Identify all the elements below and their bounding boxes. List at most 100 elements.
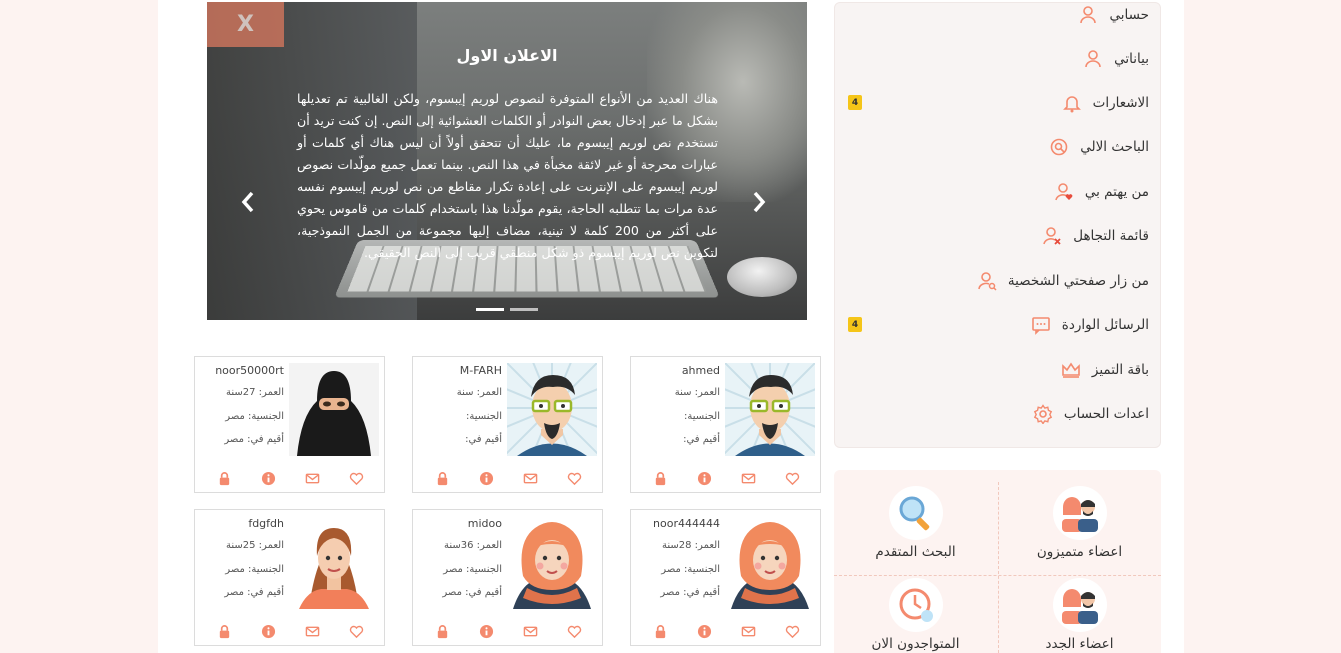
info-icon[interactable] <box>697 470 713 486</box>
member-age: العمر: 27سنة <box>226 387 284 398</box>
search-badge-icon <box>1048 136 1070 158</box>
user-icon <box>1077 4 1099 26</box>
heart-icon[interactable] <box>784 623 800 639</box>
member-avatar[interactable] <box>725 363 815 456</box>
clock-icon <box>888 578 943 632</box>
member-card[interactable]: fdgfdh العمر: 25سنة الجنسية: مصر أقيم في: م… <box>194 509 385 646</box>
lock-icon[interactable] <box>653 470 669 486</box>
member-age: العمر: 28سنة <box>662 540 720 551</box>
notification-count-badge: 4 <box>848 317 862 332</box>
lock-icon[interactable] <box>435 470 451 486</box>
info-icon[interactable] <box>479 470 495 486</box>
online-now-link[interactable]: المتواجدون الان <box>834 578 997 652</box>
member-age: العمر: سنة <box>456 387 502 398</box>
menu-item-label: الاشعارات <box>1092 95 1149 111</box>
mail-icon[interactable] <box>740 470 756 486</box>
member-card[interactable]: M-FARH العمر: سنة الجنسية: أقيم في: <box>412 356 603 493</box>
member-username[interactable]: noor444444 <box>653 517 720 530</box>
menu-item-label: بياناتي <box>1114 51 1149 67</box>
lock-icon[interactable] <box>217 470 233 486</box>
slider-prev-button[interactable] <box>240 190 260 214</box>
magnifier-icon <box>888 486 943 540</box>
slide-indicator-1[interactable] <box>476 308 504 311</box>
member-avatar[interactable] <box>725 516 815 609</box>
advanced-search-label: البحث المتقدم <box>875 544 956 560</box>
featured-members-label: اعضاء متميزون <box>1036 544 1123 560</box>
lock-icon[interactable] <box>435 623 451 639</box>
bell-icon <box>1061 92 1083 114</box>
notification-count-badge: 4 <box>848 95 862 110</box>
member-actions <box>413 623 604 639</box>
mail-icon[interactable] <box>304 623 320 639</box>
menu-item-label: من يهتم بي <box>1084 184 1149 200</box>
quick-links: اعضاء متميزون البحث المتقدم اعضاء الجدد … <box>834 470 1161 653</box>
menu-item-8[interactable]: الرسائل الواردة <box>1030 310 1149 340</box>
advanced-search-link[interactable]: البحث المتقدم <box>834 486 997 560</box>
member-username[interactable]: ahmed <box>682 364 720 377</box>
menu-item-label: حسابي <box>1109 7 1149 23</box>
lock-icon[interactable] <box>217 623 233 639</box>
member-card[interactable]: noor50000rt العمر: 27سنة الجنسية: مصر أقيم … <box>194 356 385 493</box>
member-actions <box>195 623 386 639</box>
menu-item-label: اعدات الحساب <box>1063 406 1149 422</box>
member-username[interactable]: M-FARH <box>460 364 502 377</box>
member-nationality: الجنسية: <box>466 411 502 422</box>
menu-item-1[interactable]: حسابي <box>1077 0 1149 30</box>
lock-icon[interactable] <box>653 623 669 639</box>
mail-icon[interactable] <box>304 470 320 486</box>
mouse-image <box>727 257 797 297</box>
heart-icon[interactable] <box>348 470 364 486</box>
member-age: العمر: 36سنة <box>444 540 502 551</box>
menu-item-10[interactable]: اعدات الحساب <box>1032 399 1149 429</box>
member-age: العمر: سنة <box>674 387 720 398</box>
menu-item-label: الباحث الالي <box>1080 139 1149 155</box>
close-ad-button[interactable]: X <box>207 2 284 47</box>
couple-icon <box>1052 578 1107 632</box>
menu-item-2[interactable]: بياناتي <box>1082 44 1149 74</box>
member-residence: أقيم في: مصر <box>224 434 284 445</box>
member-card[interactable]: noor444444 العمر: 28سنة الجنسية: مصر أقيم ف… <box>630 509 821 646</box>
chevron-left-icon <box>241 191 254 213</box>
menu-item-4[interactable]: الباحث الالي <box>1048 132 1149 162</box>
member-residence: أقيم في: مصر <box>660 587 720 598</box>
info-icon[interactable] <box>697 623 713 639</box>
member-nationality: الجنسية: مصر <box>225 564 284 575</box>
member-avatar[interactable] <box>289 363 379 456</box>
mail-icon[interactable] <box>522 623 538 639</box>
heart-icon[interactable] <box>566 470 582 486</box>
slide-indicator-2[interactable] <box>510 308 538 311</box>
heart-icon[interactable] <box>784 470 800 486</box>
mail-icon[interactable] <box>740 623 756 639</box>
gear-icon <box>1032 403 1054 425</box>
new-members-label: اعضاء الجدد <box>1045 636 1114 652</box>
member-nationality: الجنسية: <box>684 411 720 422</box>
menu-item-7[interactable]: من زار صفحتي الشخصية <box>976 266 1149 296</box>
member-card[interactable]: ahmed العمر: سنة الجنسية: أقيم في: <box>630 356 821 493</box>
member-nationality: الجنسية: مصر <box>443 564 502 575</box>
member-avatar[interactable] <box>507 363 597 456</box>
menu-item-3[interactable]: الاشعارات <box>1061 88 1149 118</box>
menu-item-5[interactable]: من يهتم بي <box>1053 177 1149 207</box>
heart-icon[interactable] <box>348 623 364 639</box>
heart-icon[interactable] <box>566 623 582 639</box>
member-actions <box>631 623 822 639</box>
user-icon <box>1082 48 1104 70</box>
menu-item-9[interactable]: باقة التميز <box>1060 355 1149 385</box>
featured-members-link[interactable]: اعضاء متميزون <box>998 486 1161 560</box>
member-residence: أقيم في: مصر <box>224 587 284 598</box>
member-avatar[interactable] <box>289 516 379 609</box>
member-username[interactable]: noor50000rt <box>215 364 284 377</box>
slider-next-button[interactable] <box>751 190 771 214</box>
menu-item-6[interactable]: قائمة التجاهل <box>1041 221 1149 251</box>
info-icon[interactable] <box>261 623 277 639</box>
new-members-link[interactable]: اعضاء الجدد <box>998 578 1161 652</box>
menu-item-label: قائمة التجاهل <box>1073 228 1149 244</box>
info-icon[interactable] <box>261 470 277 486</box>
member-card[interactable]: midoo العمر: 36سنة الجنسية: مصر أقيم في: مص… <box>412 509 603 646</box>
member-avatar[interactable] <box>507 516 597 609</box>
member-actions <box>413 470 604 486</box>
mail-icon[interactable] <box>522 470 538 486</box>
member-username[interactable]: fdgfdh <box>248 517 284 530</box>
info-icon[interactable] <box>479 623 495 639</box>
member-username[interactable]: midoo <box>468 517 502 530</box>
